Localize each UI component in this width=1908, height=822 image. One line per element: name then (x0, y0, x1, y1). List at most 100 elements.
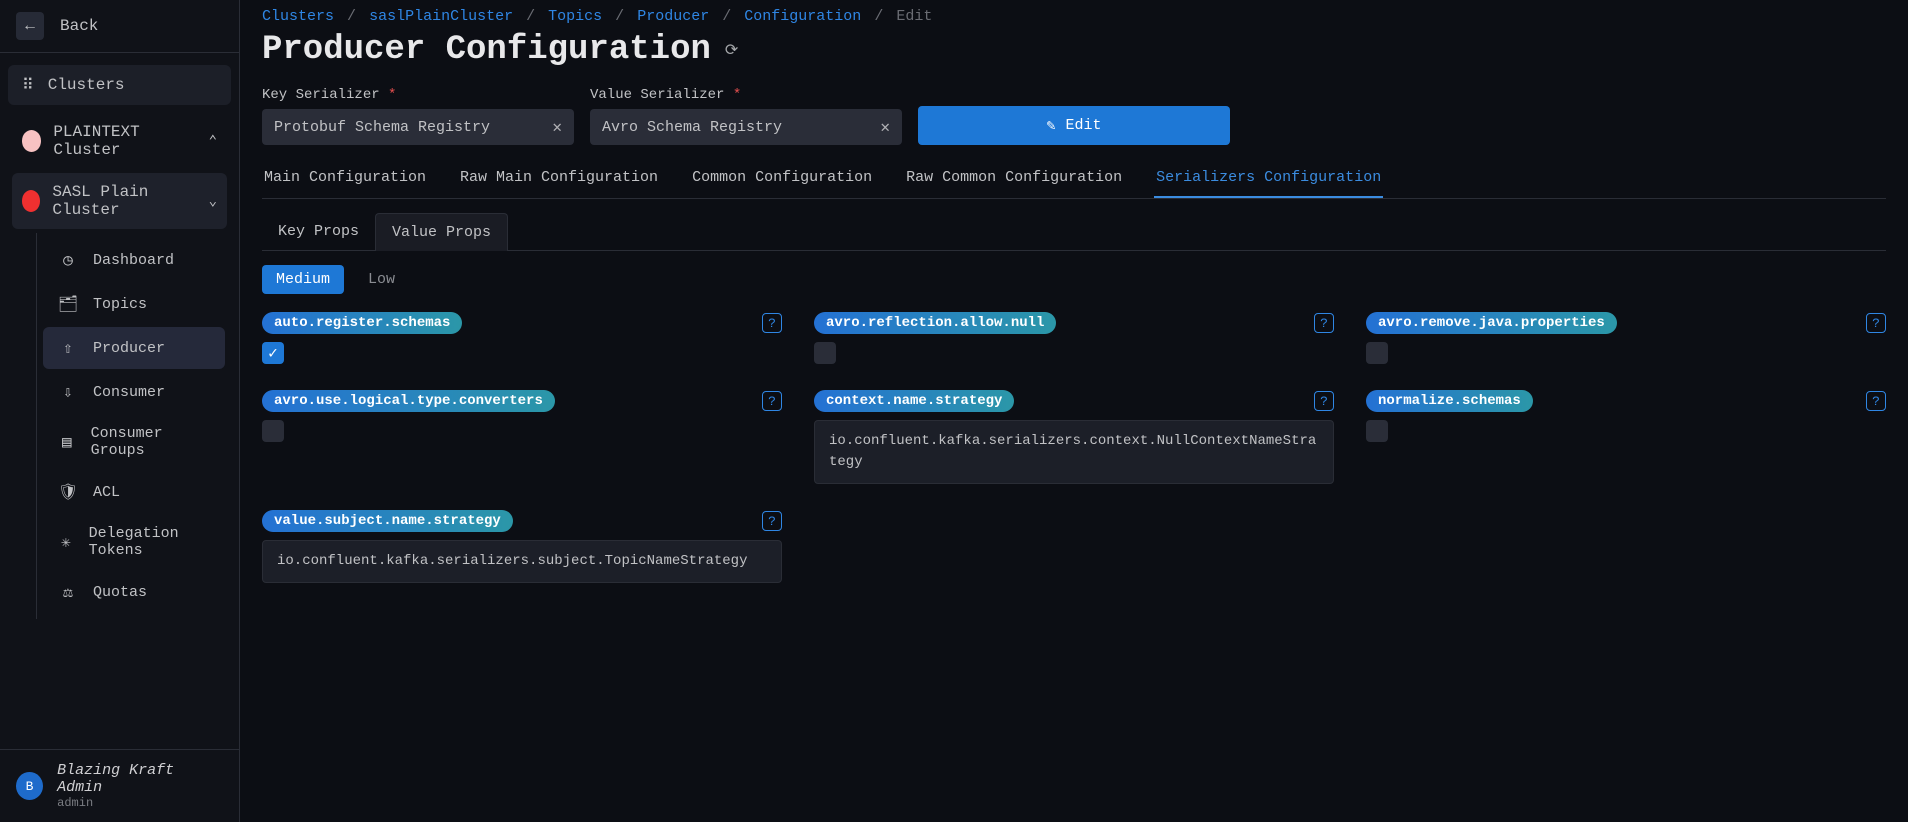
prop-value-subject-name-strategy: value.subject.name.strategy ? io.conflue… (262, 510, 782, 583)
refresh-icon[interactable]: ⟳ (725, 40, 738, 60)
breadcrumb-link[interactable]: saslPlainCluster (369, 8, 513, 25)
filter-medium[interactable]: Medium (262, 265, 344, 294)
props-sub-tabs: Key Props Value Props (262, 213, 1886, 251)
nav-quotas[interactable]: ⚖ Quotas (43, 571, 225, 613)
sidebar: ← Back ⠿ Clusters PLAINTEXT Cluster ⌃ SA… (0, 0, 240, 822)
breadcrumb: Clusters / saslPlainCluster / Topics / P… (262, 8, 1886, 25)
prop-name: context.name.strategy (814, 390, 1014, 412)
filter-tabs: Medium Low (262, 265, 1886, 294)
groups-icon: ▤ (57, 431, 77, 453)
help-icon[interactable]: ? (1314, 391, 1334, 411)
cluster-item-plaintext[interactable]: PLAINTEXT Cluster ⌃ (12, 113, 227, 169)
props-grid: auto.register.schemas ? ✓ avro.reflectio… (262, 312, 1886, 583)
topics-icon: 🗂 (57, 293, 79, 315)
nav-delegation-tokens[interactable]: ✳ Delegation Tokens (43, 515, 225, 569)
back-label: Back (60, 17, 98, 35)
value-serializer-select[interactable]: Avro Schema Registry ✕ (590, 109, 902, 145)
breadcrumb-link[interactable]: Configuration (744, 8, 861, 25)
nav-dashboard[interactable]: ◷ Dashboard (43, 239, 225, 281)
page-title: Producer Configuration (262, 31, 711, 69)
prop-normalize-schemas: normalize.schemas ? (1366, 390, 1886, 484)
value-serializer-label: Value Serializer * (590, 87, 902, 103)
nav-label: ACL (93, 484, 120, 501)
prop-name: normalize.schemas (1366, 390, 1533, 412)
clusters-label: Clusters (48, 76, 125, 94)
nav-label: Producer (93, 340, 165, 357)
prop-avro-reflection-allow-null: avro.reflection.allow.null ? (814, 312, 1334, 364)
cluster-name: SASL Plain Cluster (52, 183, 196, 219)
chevron-down-icon: ⌄ (209, 193, 217, 210)
prop-checkbox[interactable] (1366, 420, 1388, 442)
nav-acl[interactable]: 🛡 ACL (43, 471, 225, 513)
breadcrumb-link[interactable]: Producer (637, 8, 709, 25)
main-content: Clusters / saslPlainCluster / Topics / P… (240, 0, 1908, 822)
prop-checkbox[interactable] (1366, 342, 1388, 364)
sidebar-footer[interactable]: B Blazing Kraft Admin admin (0, 749, 239, 822)
user-role: admin (57, 796, 223, 810)
cluster-name: PLAINTEXT Cluster (53, 123, 196, 159)
tab-main-config[interactable]: Main Configuration (262, 159, 428, 198)
filter-low[interactable]: Low (354, 265, 409, 294)
breadcrumb-link[interactable]: Topics (548, 8, 602, 25)
cluster-item-sasl[interactable]: SASL Plain Cluster ⌄ (12, 173, 227, 229)
network-icon: ⠿ (22, 75, 34, 95)
help-icon[interactable]: ? (1866, 313, 1886, 333)
prop-context-name-strategy: context.name.strategy ? io.confluent.kaf… (814, 390, 1334, 484)
nav-label: Dashboard (93, 252, 174, 269)
nav-label: Consumer (93, 384, 165, 401)
breadcrumb-current: Edit (896, 8, 932, 25)
prop-name: value.subject.name.strategy (262, 510, 513, 532)
nav-items: ◷ Dashboard 🗂 Topics ⇧ Producer ⇩ Consum… (36, 233, 231, 619)
nav-topics[interactable]: 🗂 Topics (43, 283, 225, 325)
prop-avro-logical-type-converters: avro.use.logical.type.converters ? (262, 390, 782, 484)
nav-label: Consumer Groups (91, 425, 211, 459)
clear-icon[interactable]: ✕ (880, 117, 890, 137)
prop-avro-remove-java-properties: avro.remove.java.properties ? (1366, 312, 1886, 364)
pencil-icon: ✎ (1046, 116, 1055, 135)
value-serializer-value: Avro Schema Registry (602, 119, 782, 136)
user-name: Blazing Kraft Admin (57, 762, 223, 796)
prop-checkbox[interactable] (262, 420, 284, 442)
help-icon[interactable]: ? (1866, 391, 1886, 411)
prop-auto-register-schemas: auto.register.schemas ? ✓ (262, 312, 782, 364)
help-icon[interactable]: ? (762, 511, 782, 531)
config-tabs: Main Configuration Raw Main Configuratio… (262, 159, 1886, 199)
help-icon[interactable]: ? (762, 313, 782, 333)
key-serializer-value: Protobuf Schema Registry (274, 119, 490, 136)
nav-consumer-groups[interactable]: ▤ Consumer Groups (43, 415, 225, 469)
nav-label: Quotas (93, 584, 147, 601)
tab-raw-common-config[interactable]: Raw Common Configuration (904, 159, 1124, 198)
clear-icon[interactable]: ✕ (552, 117, 562, 137)
key-serializer-select[interactable]: Protobuf Schema Registry ✕ (262, 109, 574, 145)
nav-label: Topics (93, 296, 147, 313)
sub-tab-value-props[interactable]: Value Props (375, 213, 508, 251)
nav-consumer[interactable]: ⇩ Consumer (43, 371, 225, 413)
prop-text-value[interactable]: io.confluent.kafka.serializers.subject.T… (262, 540, 782, 583)
tab-serializers-config[interactable]: Serializers Configuration (1154, 159, 1383, 198)
breadcrumb-link[interactable]: Clusters (262, 8, 334, 25)
avatar: B (16, 772, 43, 800)
producer-icon: ⇧ (57, 337, 79, 359)
nav-label: Delegation Tokens (89, 525, 211, 559)
sub-tab-key-props[interactable]: Key Props (262, 213, 375, 250)
edit-button[interactable]: ✎ Edit (918, 106, 1230, 145)
help-icon[interactable]: ? (762, 391, 782, 411)
dashboard-icon: ◷ (57, 249, 79, 271)
tab-raw-main-config[interactable]: Raw Main Configuration (458, 159, 660, 198)
prop-checkbox[interactable] (814, 342, 836, 364)
prop-checkbox[interactable]: ✓ (262, 342, 284, 364)
prop-name: avro.use.logical.type.converters (262, 390, 555, 412)
cluster-status-dot (22, 130, 41, 152)
scale-icon: ⚖ (57, 581, 79, 603)
nav-producer[interactable]: ⇧ Producer (43, 327, 225, 369)
sidebar-clusters-button[interactable]: ⠿ Clusters (8, 65, 231, 105)
chevron-up-icon: ⌃ (209, 133, 217, 150)
tab-common-config[interactable]: Common Configuration (690, 159, 874, 198)
back-button[interactable]: ← Back (0, 0, 239, 53)
prop-name: auto.register.schemas (262, 312, 462, 334)
consumer-icon: ⇩ (57, 381, 79, 403)
prop-text-value[interactable]: io.confluent.kafka.serializers.context.N… (814, 420, 1334, 484)
shield-icon: 🛡 (57, 481, 79, 503)
help-icon[interactable]: ? (1314, 313, 1334, 333)
edit-label: Edit (1066, 117, 1102, 134)
